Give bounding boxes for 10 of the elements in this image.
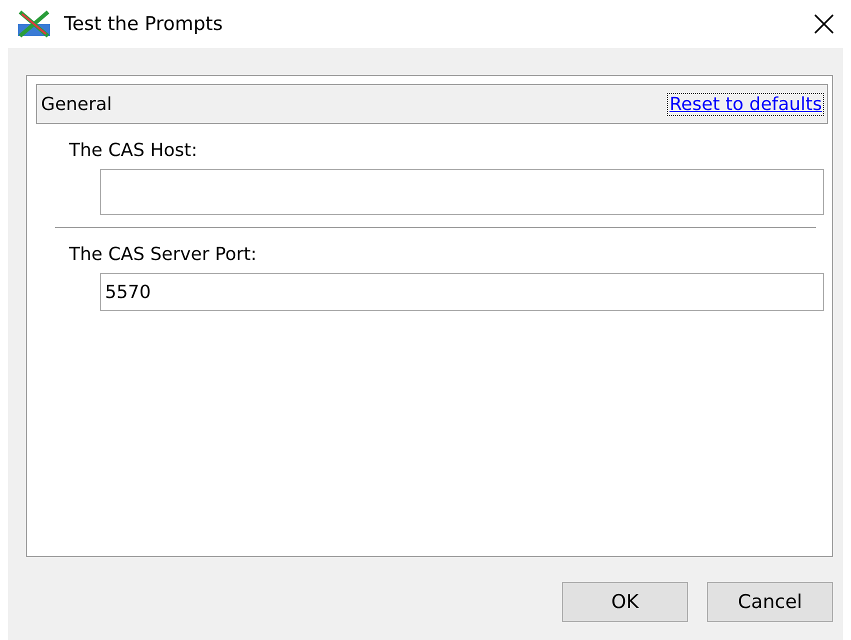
reset-link[interactable]: Reset to defaults (668, 94, 823, 114)
field-label: The CAS Server Port: (69, 244, 258, 265)
app-icon (16, 10, 52, 38)
cancel-button[interactable]: Cancel (707, 582, 833, 622)
input-field[interactable]: 5570 (100, 273, 824, 311)
field-label: The CAS Host: (69, 140, 198, 161)
input-field[interactable] (100, 169, 824, 215)
section-title: General (41, 94, 112, 114)
ok-button[interactable]: OK (562, 582, 688, 622)
window-title: Test the Prompts (64, 13, 224, 35)
